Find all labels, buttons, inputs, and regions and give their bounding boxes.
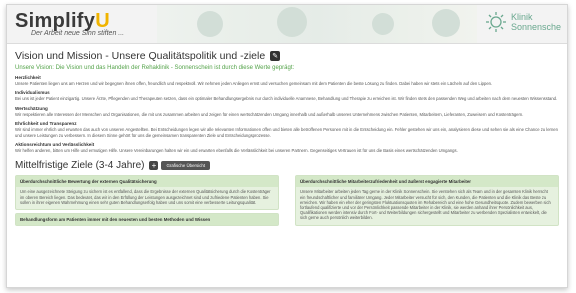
value-heading: Ehrlichkeit und Transparenz (15, 121, 77, 127)
value-heading: Wertschätzung (15, 105, 48, 111)
value-heading: Individualismus (15, 90, 50, 96)
page-title: Vision und Mission - Unsere Qualitätspol… (15, 50, 266, 62)
value-text: Bei uns ist jeder Patient einzigartig. U… (15, 96, 558, 102)
goal-card-heading: Überdurchschnittliche Bewertung der exte… (16, 176, 278, 188)
value-text: Wir helfen anderen, bitten um Hilfe und … (15, 148, 458, 154)
goal-card-heading: Behandlungsform am Patienten immer mit d… (16, 214, 278, 226)
logo-tagline: Der Arbeit neue Sinn stiften ... (31, 30, 125, 37)
edit-button[interactable]: ✎ (270, 51, 281, 61)
value-text: Wir respektieren alle Interessen der Men… (15, 111, 524, 117)
value-text: Unsere Patienten liegen uns am Herzen un… (15, 81, 493, 86)
pencil-icon: ✎ (272, 53, 279, 60)
goals-title: Mittelfristige Ziele (3-4 Jahre) (15, 160, 145, 172)
main-content: Vision und Mission - Unsere Qualitätspol… (7, 44, 567, 227)
goal-card[interactable]: Behandlungsform am Patienten immer mit d… (15, 213, 279, 227)
value-item: Ehrlichkeit und Transparenz Wir sind imm… (15, 121, 559, 138)
values-list: Herzlichkeit Unsere Patienten liegen uns… (15, 75, 559, 153)
sun-icon (485, 12, 506, 32)
chart-overview-button[interactable]: Grafische Übersicht (161, 161, 211, 171)
goal-card-text: Um eine ausgezeichnete Steigung zu siche… (20, 189, 271, 205)
value-heading: Aktionsreichtum und Verlässlichkeit (15, 142, 95, 148)
goal-card[interactable]: Überdurchschnittliche Bewertung der exte… (15, 175, 279, 211)
site-header: SimplifyU Der Arbeit neue Sinn stiften .… (7, 5, 567, 44)
vision-statement: Unsere Vision: Die Vision und das Handel… (15, 65, 295, 71)
goal-card-heading: Überdurchschnittliche Mitarbeiterzufried… (296, 176, 558, 188)
clinic-logo[interactable]: Klinik Sonnensche (485, 11, 561, 33)
goal-card-text: Unsere Mitarbeiter arbeiten jeden Tag ge… (300, 189, 551, 221)
value-item: Wertschätzung Wir respektieren alle Inte… (15, 106, 559, 117)
clinic-name: Klinik Sonnensche (510, 12, 561, 32)
header-banner-image (157, 5, 477, 43)
logo[interactable]: SimplifyU Der Arbeit neue Sinn stiften .… (15, 10, 124, 37)
goal-card[interactable]: Überdurchschnittliche Mitarbeiterzufried… (295, 175, 559, 227)
value-item: Individualismus Bei uns ist jeder Patien… (15, 90, 559, 101)
value-text: Wir sind immer ehrlich und erwarten das … (15, 127, 558, 138)
value-item: Aktionsreichtum und Verlässlichkeit Wir … (15, 142, 559, 153)
value-heading: Herzlichkeit (15, 75, 41, 80)
add-goal-button[interactable]: + (149, 161, 159, 171)
goals-header: Mittelfristige Ziele (3-4 Jahre) + Grafi… (15, 160, 559, 171)
browser-frame: SimplifyU Der Arbeit neue Sinn stiften .… (6, 4, 568, 288)
goals-cards: Überdurchschnittliche Bewertung der exte… (15, 175, 559, 227)
value-item: Herzlichkeit Unsere Patienten liegen uns… (15, 75, 559, 86)
